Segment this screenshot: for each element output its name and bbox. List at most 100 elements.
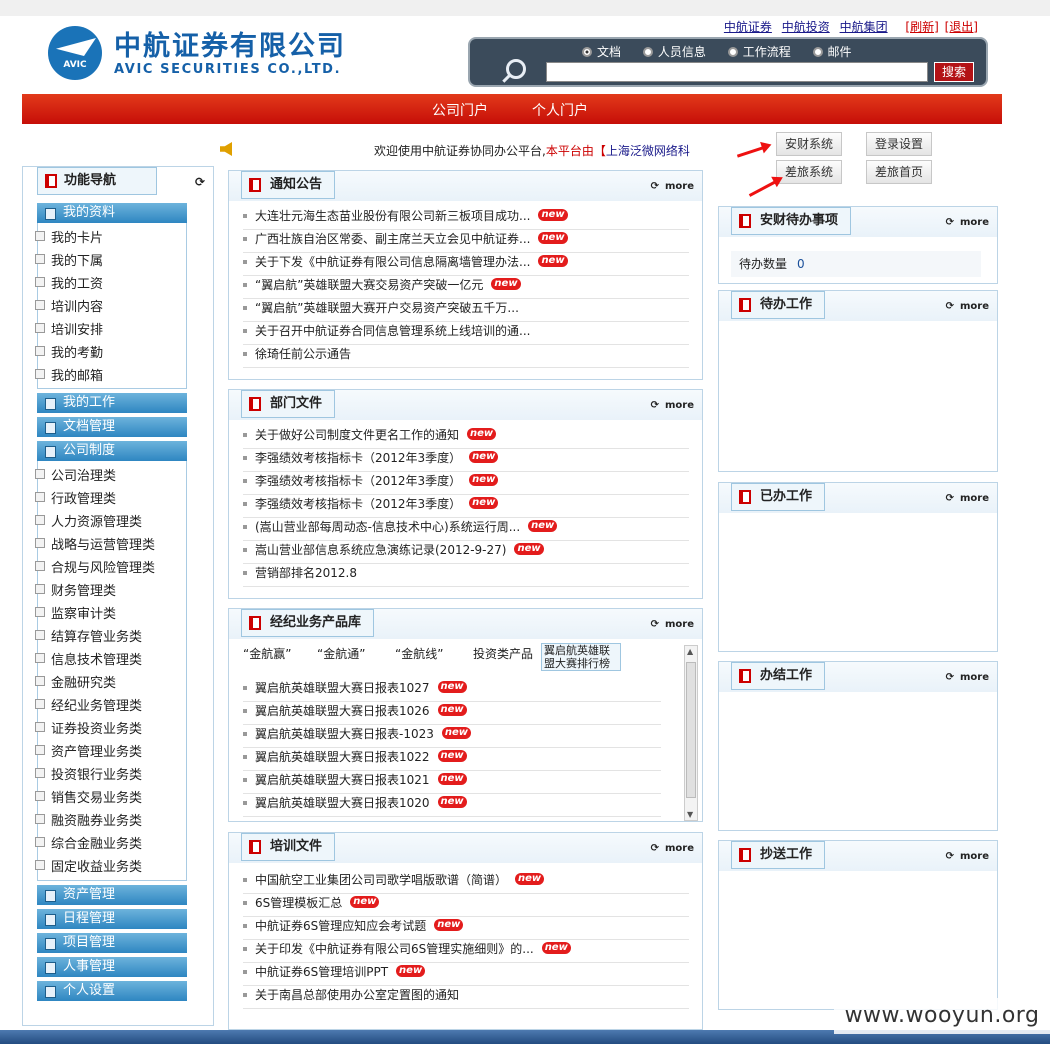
search-input[interactable] (546, 62, 928, 82)
list-item[interactable]: 中航证券6S管理应知应会考试题 new (243, 917, 689, 940)
policy-menu-item[interactable]: 公司治理类 (35, 465, 116, 484)
list-item[interactable]: 营销部排名2012.8 (243, 564, 689, 587)
list-item[interactable]: 关于下发《中航证券有限公司信息隔离墙管理办法... new (243, 253, 689, 276)
profile-menu-item[interactable]: 我的工资 (35, 273, 103, 292)
group-company-policy[interactable]: 公司制度 (37, 441, 187, 461)
more-link[interactable]: more (651, 619, 694, 630)
list-item[interactable]: 翼启航英雄联盟大赛日报表-1023 new (243, 725, 661, 748)
policy-menu-item[interactable]: 合规与风险管理类 (35, 557, 155, 576)
new-badge: new (437, 773, 467, 785)
list-item[interactable]: 关于南昌总部使用办公室定置图的通知 (243, 986, 689, 1009)
policy-menu-item[interactable]: 综合金融业务类 (35, 833, 142, 852)
list-item[interactable]: 徐琦任前公示通告 (243, 345, 689, 368)
tab-investment-products[interactable]: 投资类产品 (473, 645, 533, 662)
list-item[interactable]: 中国航空工业集团公司司歌学唱版歌谱（简谱） new (243, 871, 689, 894)
logout-link[interactable]: [退出] (945, 20, 978, 34)
policy-menu-item[interactable]: 资产管理业务类 (35, 741, 142, 760)
new-badge: new (515, 873, 545, 885)
policy-menu-item[interactable]: 财务管理类 (35, 580, 116, 599)
policy-menu-item[interactable]: 人力资源管理类 (35, 511, 142, 530)
nav-company-portal[interactable]: 公司门户 (432, 100, 488, 120)
policy-menu-item[interactable]: 信息技术管理类 (35, 649, 142, 668)
list-item[interactable]: 翼启航英雄联盟大赛日报表1022 new (243, 748, 661, 771)
search-button[interactable]: 搜索 (934, 62, 974, 82)
profile-menu-item[interactable]: 我的邮箱 (35, 365, 103, 384)
travel-system-button[interactable]: 差旅系统 (776, 160, 842, 184)
radio-workflow[interactable]: 工作流程 (727, 45, 791, 59)
list-item[interactable]: 李强绩效考核指标卡（2012年3季度） new (243, 495, 689, 518)
radio-people[interactable]: 人员信息 (642, 45, 706, 59)
list-item[interactable]: 李强绩效考核指标卡（2012年3季度） new (243, 449, 689, 472)
link-avic-securities[interactable]: 中航证券 (724, 20, 772, 34)
profile-menu-item[interactable]: 培训内容 (35, 296, 103, 315)
radio-docs[interactable]: 文档 (582, 45, 621, 59)
policy-menu-item[interactable]: 战略与运营管理类 (35, 534, 155, 553)
more-link[interactable]: more (651, 400, 694, 411)
policy-menu-item[interactable]: 投资银行业务类 (35, 764, 142, 783)
list-item[interactable]: 关于召开中航证券合同信息管理系统上线培训的通... (243, 322, 689, 345)
list-item[interactable]: 嵩山营业部信息系统应急演练记录(2012-9-27) new (243, 541, 689, 564)
login-settings-button[interactable]: 登录设置 (866, 132, 932, 156)
group-project[interactable]: 项目管理 (37, 933, 187, 953)
group-personal-settings[interactable]: 个人设置 (37, 981, 187, 1001)
tab-jinhangying[interactable]: “金航赢” (243, 645, 291, 662)
group-my-profile[interactable]: 我的资料 (37, 203, 187, 223)
more-link[interactable]: more (946, 493, 989, 504)
top-links: 中航证券 中航投资 中航集团 [刷新] [退出] (718, 18, 978, 35)
book-icon (249, 397, 261, 411)
list-item[interactable]: 李强绩效考核指标卡（2012年3季度） new (243, 472, 689, 495)
tab-league-ranking[interactable]: 翼启航英雄联盟大赛排行榜 (541, 643, 621, 671)
more-link[interactable]: more (946, 301, 989, 312)
group-my-work[interactable]: 我的工作 (37, 393, 187, 413)
list-item[interactable]: 翼启航英雄联盟大赛日报表1021 new (243, 771, 661, 794)
welcome-text: 欢迎使用中航证券协同办公平台, (374, 144, 546, 158)
policy-menu-item[interactable]: 融资融券业务类 (35, 810, 142, 829)
policy-menu-item[interactable]: 行政管理类 (35, 488, 116, 507)
profile-menu-item[interactable]: 我的下属 (35, 250, 103, 269)
more-link[interactable]: more (946, 217, 989, 228)
group-hr[interactable]: 人事管理 (37, 957, 187, 977)
refresh-link[interactable]: [刷新] (905, 20, 938, 34)
list-item[interactable]: 翼启航英雄联盟大赛日报表1020 new (243, 794, 661, 817)
policy-menu-item[interactable]: 结算存管业务类 (35, 626, 142, 645)
more-link[interactable]: more (651, 843, 694, 854)
list-item[interactable]: 大连壮元海生态苗业股份有限公司新三板项目成功... new (243, 207, 689, 230)
policy-menu-item[interactable]: 销售交易业务类 (35, 787, 142, 806)
group-asset-management[interactable]: 资产管理 (37, 885, 187, 905)
product-scrollbar[interactable]: ▲ ▼ (684, 645, 698, 821)
policy-menu-item[interactable]: 证券投资业务类 (35, 718, 142, 737)
link-avic-group[interactable]: 中航集团 (840, 20, 888, 34)
list-item[interactable]: 翼启航英雄联盟大赛日报表1027 new (243, 679, 661, 702)
more-link[interactable]: more (946, 851, 989, 862)
profile-menu-item[interactable]: 我的考勤 (35, 342, 103, 361)
group-doc-management[interactable]: 文档管理 (37, 417, 187, 437)
travel-home-button[interactable]: 差旅首页 (866, 160, 932, 184)
policy-menu-item[interactable]: 金融研究类 (35, 672, 116, 691)
list-item[interactable]: 中航证券6S管理培训PPT new (243, 963, 689, 986)
link-avic-investment[interactable]: 中航投资 (782, 20, 830, 34)
list-item[interactable]: 6S管理模板汇总 new (243, 894, 689, 917)
ancai-system-button[interactable]: 安财系统 (776, 132, 842, 156)
profile-menu-item[interactable]: 我的卡片 (35, 227, 103, 246)
list-item[interactable]: (嵩山营业部每周动态-信息技术中心)系统运行周... new (243, 518, 689, 541)
refresh-icon[interactable]: ⟳ (195, 175, 205, 189)
more-link[interactable]: more (651, 181, 694, 192)
radio-mail[interactable]: 邮件 (812, 45, 852, 59)
more-link[interactable]: more (946, 672, 989, 683)
nav-personal-portal[interactable]: 个人门户 (532, 100, 588, 120)
policy-menu-item[interactable]: 固定收益业务类 (35, 856, 142, 875)
policy-menu-item[interactable]: 监察审计类 (35, 603, 116, 622)
new-badge: new (437, 796, 467, 808)
list-item[interactable]: 翼启航英雄联盟大赛日报表1026 new (243, 702, 661, 725)
policy-menu-item[interactable]: 经纪业务管理类 (35, 695, 142, 714)
group-schedule[interactable]: 日程管理 (37, 909, 187, 929)
profile-menu-item[interactable]: 培训安排 (35, 319, 103, 338)
list-item[interactable]: 关于印发《中航证券有限公司6S管理实施细则》的... new (243, 940, 689, 963)
new-badge: new (528, 520, 558, 532)
list-item[interactable]: 广西壮族自治区常委、副主席兰天立会见中航证券... new (243, 230, 689, 253)
tab-jinhangtong[interactable]: “金航通” (317, 645, 365, 662)
tab-jinhangxian[interactable]: “金航线” (395, 645, 443, 662)
list-item[interactable]: 关于做好公司制度文件更名工作的通知 new (243, 426, 689, 449)
list-item[interactable]: “翼启航”英雄联盟大赛交易资产突破一亿元 new (243, 276, 689, 299)
list-item[interactable]: “翼启航”英雄联盟大赛开户交易资产突破五千万... (243, 299, 689, 322)
